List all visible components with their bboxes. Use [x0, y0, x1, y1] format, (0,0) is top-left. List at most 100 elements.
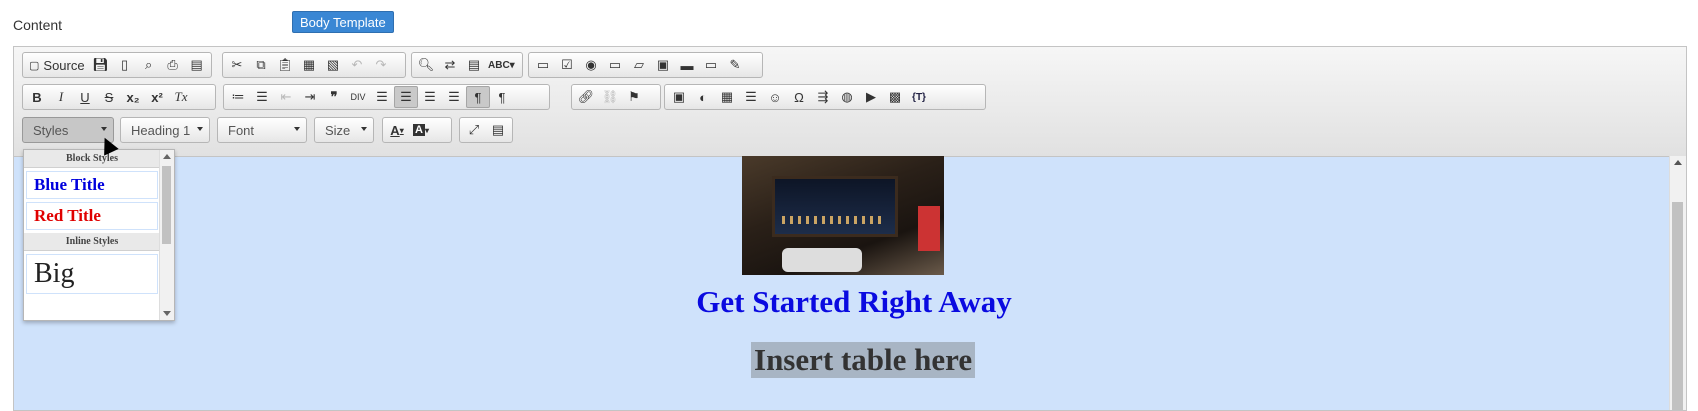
select-field-icon[interactable]: ▣ [651, 54, 675, 76]
paste-icon[interactable]: 📋︎ [273, 54, 297, 76]
bulleted-list-icon[interactable]: ☰ [250, 86, 274, 108]
outdent-icon[interactable]: ⇤ [274, 86, 298, 108]
templates-icon[interactable]: ▤ [185, 54, 209, 76]
font-combo[interactable]: Font [217, 117, 307, 143]
select-all-icon[interactable]: ▤ [462, 54, 486, 76]
paste-text-icon[interactable]: ▦ [297, 54, 321, 76]
link-icon[interactable]: 🔗︎ [574, 86, 598, 108]
youtube-icon[interactable]: ▶ [859, 86, 883, 108]
replace-icon[interactable]: ⇄ [438, 54, 462, 76]
source-icon: ▢ [29, 59, 40, 72]
blockquote-icon[interactable]: ❞ [322, 86, 346, 108]
rtl-icon[interactable]: ¶ [490, 86, 514, 108]
content-label: Content [13, 17, 63, 33]
editing-group: 🔍︎ ⇄ ▤ ABC▾ [411, 52, 523, 78]
forms-group: ▭ ☑ ◉ ▭ ▱ ▣ ▬ ▭ ✎ [528, 52, 763, 78]
paragraph-group: ≔ ☰ ⇤ ⇥ ❞ DIV ☰ ☰ ☰ ☰ ¶ ¶ [223, 84, 550, 110]
special-char-icon[interactable]: Ω [787, 86, 811, 108]
tools-group: ⤢ ▤ [459, 117, 513, 143]
styles-combo-label: Styles [33, 122, 69, 138]
preview-icon[interactable]: ⌕ [137, 54, 161, 76]
button-field-icon[interactable]: ▬ [675, 54, 699, 76]
radio-icon[interactable]: ◉ [579, 54, 603, 76]
strike-button[interactable]: S [97, 86, 121, 108]
inline-styles-header: Inline Styles [24, 233, 160, 251]
ltr-icon[interactable]: ¶ [466, 86, 490, 108]
clipboard-group: ✂ ⧉ 📋︎ ▦ ▧ ↶ ↷ [222, 52, 406, 78]
flash-icon[interactable]: ◐ [691, 86, 715, 108]
font-combo-label: Font [228, 122, 255, 138]
editor-scrollbar[interactable] [1669, 156, 1686, 410]
styles-dropdown: Block Styles Blue Title Red Title Inline… [23, 149, 175, 321]
content-heading: Get Started Right Away [696, 284, 1012, 319]
align-left-icon[interactable]: ☰ [370, 86, 394, 108]
editor-toolbar: ▢ Source 💾︎ ▯ ⌕ ⎙ ▤ ✂ ⧉ 📋︎ ▦ ▧ ↶ ↷ 🔍︎ ⇄ … [14, 47, 1686, 157]
style-option-red-title[interactable]: Red Title [26, 202, 158, 230]
text-color-icon: A [390, 122, 400, 138]
align-center-icon[interactable]: ☰ [394, 86, 418, 108]
format-combo[interactable]: Heading 1 [120, 117, 210, 143]
insert-table-placeholder: Insert table here [751, 342, 976, 378]
hotel-room-image [742, 156, 944, 275]
scroll-thumb[interactable] [1672, 202, 1683, 410]
styles-dropdown-list: Block Styles Blue Title Red Title Inline… [24, 150, 160, 297]
text-color-button[interactable]: A ▾ [385, 119, 409, 141]
save-icon[interactable]: 💾︎ [89, 54, 113, 76]
numbered-list-icon[interactable]: ≔ [226, 86, 250, 108]
bg-color-button[interactable]: A ▾ [409, 119, 433, 141]
style-option-blue-title[interactable]: Blue Title [26, 171, 158, 199]
style-option-big[interactable]: Big [26, 254, 158, 294]
copy-icon[interactable]: ⧉ [249, 54, 273, 76]
scroll-down-icon[interactable] [163, 311, 171, 316]
insert-group: ▣ ◐ ▦ ☰ ☺ Ω ⇶ ◍ ▶ ▩ {T} [664, 84, 986, 110]
find-icon[interactable]: 🔍︎ [414, 54, 438, 76]
redo-icon[interactable]: ↷ [369, 54, 393, 76]
spellcheck-icon[interactable]: ABC▾ [486, 54, 517, 76]
underline-button[interactable]: U [73, 86, 97, 108]
scroll-thumb[interactable] [162, 166, 171, 244]
block-styles-header: Block Styles [24, 150, 160, 168]
maximize-icon[interactable]: ⤢ [462, 119, 486, 141]
align-right-icon[interactable]: ☰ [418, 86, 442, 108]
video-icon[interactable]: ▩ [883, 86, 907, 108]
image-button-icon[interactable]: ▭ [699, 54, 723, 76]
cut-icon[interactable]: ✂ [225, 54, 249, 76]
subscript-button[interactable]: x₂ [121, 86, 145, 108]
indent-icon[interactable]: ⇥ [298, 86, 322, 108]
page-break-icon[interactable]: ⇶ [811, 86, 835, 108]
div-container-icon[interactable]: DIV [346, 86, 370, 108]
source-button[interactable]: ▢ Source [25, 54, 89, 76]
size-combo[interactable]: Size [314, 117, 374, 143]
print-icon[interactable]: ⎙ [161, 54, 185, 76]
new-page-icon[interactable]: ▯ [113, 54, 137, 76]
hidden-field-icon[interactable]: ✎ [723, 54, 747, 76]
horizontal-rule-icon[interactable]: ☰ [739, 86, 763, 108]
document-group: ▢ Source 💾︎ ▯ ⌕ ⎙ ▤ [22, 52, 212, 78]
editor-content-area[interactable]: Get Started Right Away Insert table here [14, 156, 1686, 410]
dropdown-scrollbar[interactable] [159, 150, 174, 320]
iframe-globe-icon[interactable]: ◍ [835, 86, 859, 108]
form-icon[interactable]: ▭ [531, 54, 555, 76]
undo-icon[interactable]: ↶ [345, 54, 369, 76]
textfield-icon[interactable]: ▭ [603, 54, 627, 76]
anchor-flag-icon[interactable]: ⚑ [622, 86, 646, 108]
smiley-icon[interactable]: ☺ [763, 86, 787, 108]
remove-format-button[interactable]: Tx [169, 86, 193, 108]
basic-styles-group: B I U S x₂ x² Tx [22, 84, 216, 110]
paste-word-icon[interactable]: ▧ [321, 54, 345, 76]
image-icon[interactable]: ▣ [667, 86, 691, 108]
justify-icon[interactable]: ☰ [442, 86, 466, 108]
unlink-icon[interactable]: ⛓ [598, 86, 622, 108]
table-icon[interactable]: ▦ [715, 86, 739, 108]
bold-button[interactable]: B [25, 86, 49, 108]
placeholder-icon[interactable]: {T} [907, 86, 931, 108]
scroll-up-icon[interactable] [1674, 160, 1682, 165]
bg-color-icon: A [413, 124, 425, 136]
superscript-button[interactable]: x² [145, 86, 169, 108]
show-blocks-icon[interactable]: ▤ [486, 119, 510, 141]
scroll-up-icon[interactable] [163, 154, 171, 159]
italic-button[interactable]: I [49, 86, 73, 108]
textarea-icon[interactable]: ▱ [627, 54, 651, 76]
body-template-button[interactable]: Body Template [292, 11, 394, 33]
checkbox-icon[interactable]: ☑ [555, 54, 579, 76]
